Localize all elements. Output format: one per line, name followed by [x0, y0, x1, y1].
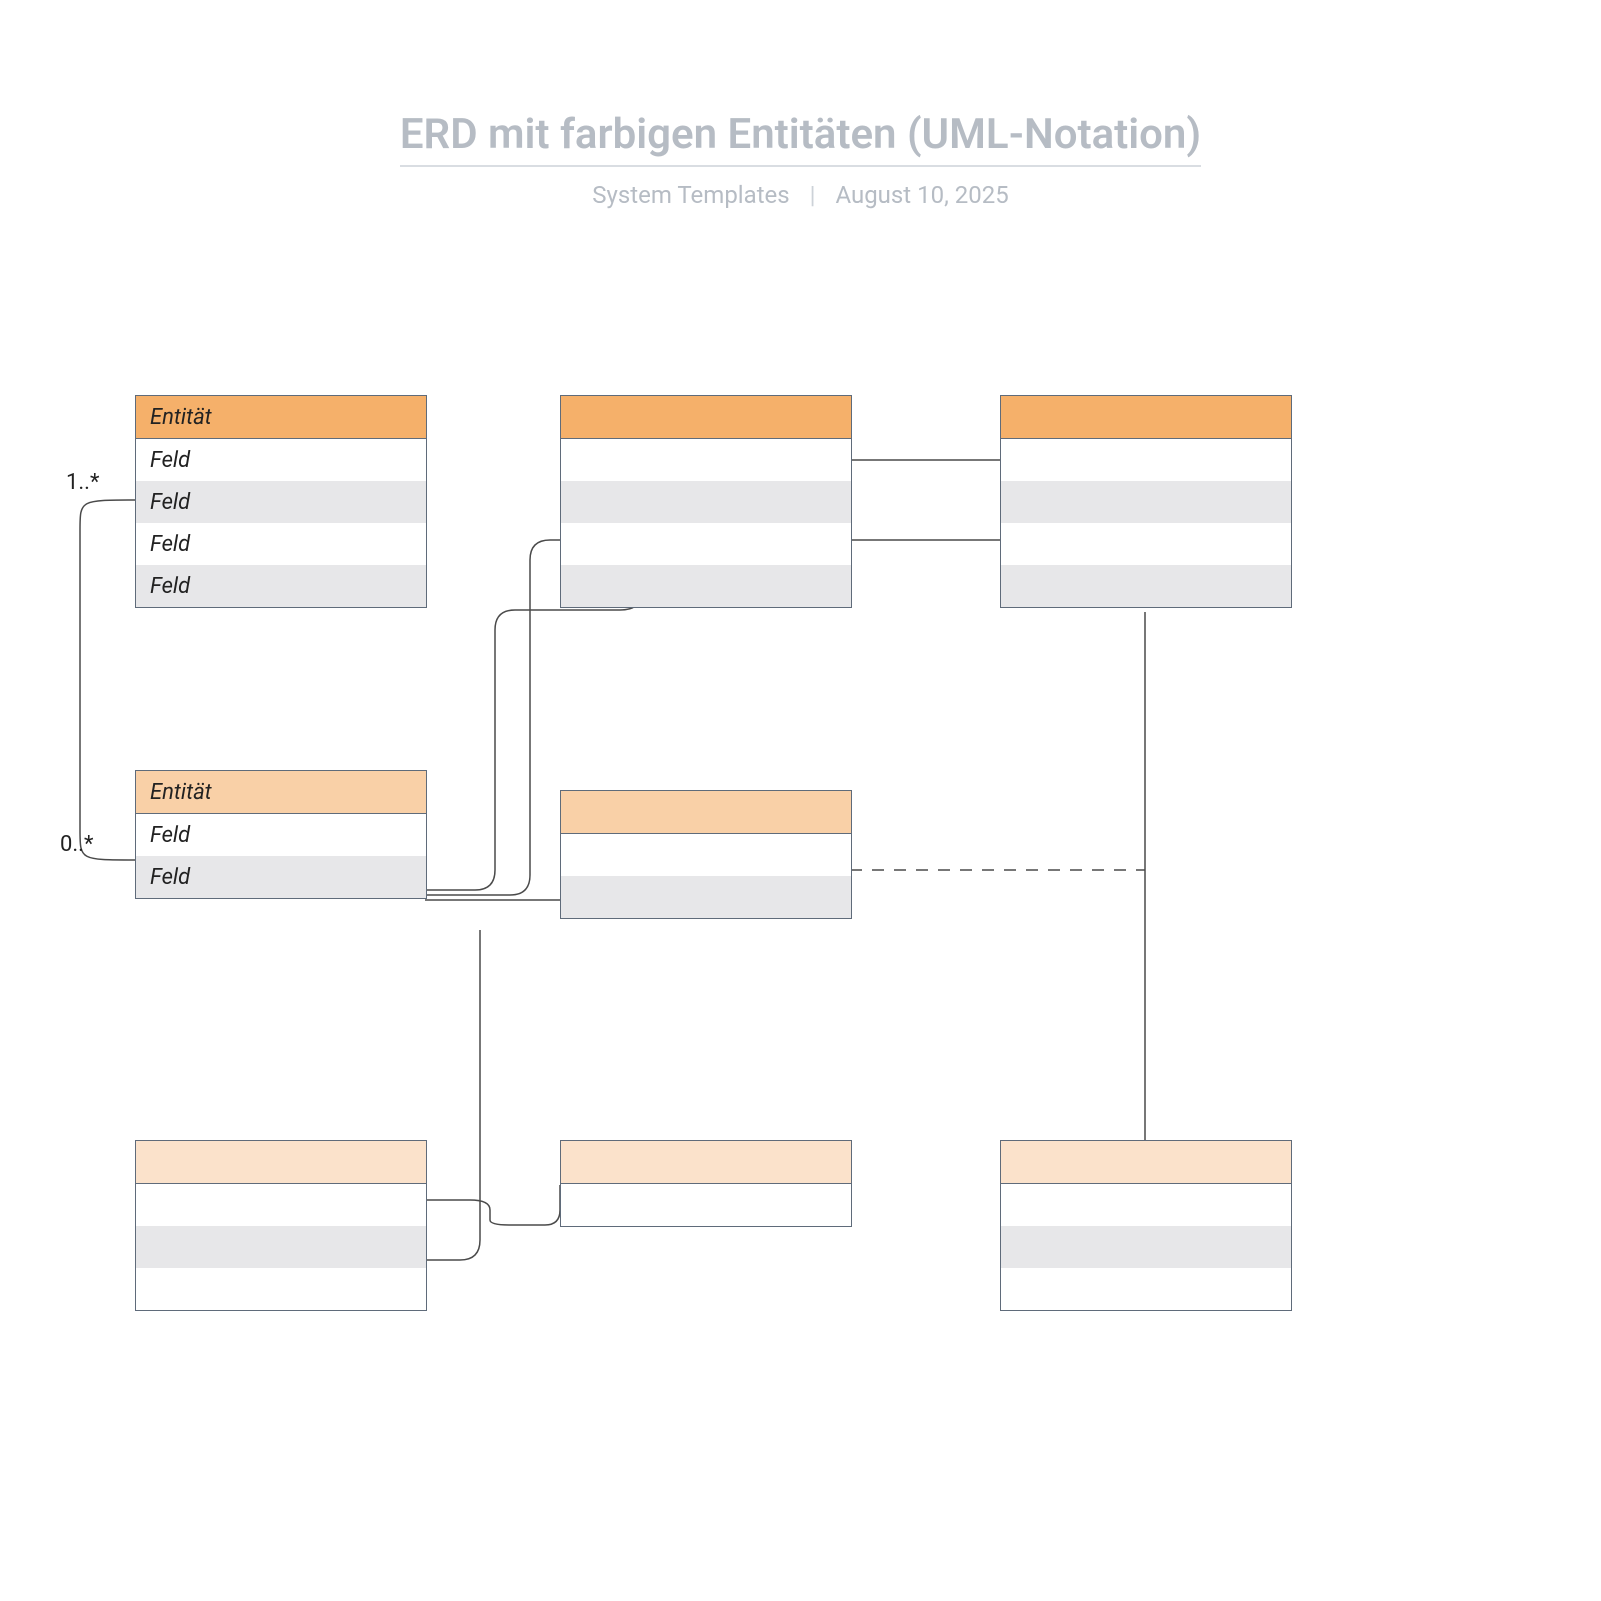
entity-field — [561, 439, 851, 481]
entity-e2[interactable]: EntitätFeldFeld — [135, 770, 427, 899]
entity-field — [1001, 481, 1291, 523]
entity-e5[interactable] — [1000, 395, 1292, 608]
entity-field: Feld — [136, 439, 426, 481]
entity-header: Entität — [136, 396, 426, 439]
entity-header — [136, 1141, 426, 1184]
entity-header — [561, 396, 851, 439]
entity-e6[interactable] — [135, 1140, 427, 1311]
connector-e1-e2-loop — [80, 500, 135, 860]
diagram-title: ERD mit farbigen Entitäten (UML-Notation… — [400, 110, 1201, 167]
entity-field: Feld — [136, 481, 426, 523]
entity-field — [1001, 523, 1291, 565]
diagram-canvas: ERD mit farbigen Entitäten (UML-Notation… — [0, 0, 1601, 1601]
entity-field — [561, 481, 851, 523]
cardinality-top: 1..* — [66, 470, 99, 495]
entity-field — [561, 834, 851, 876]
entity-field: Feld — [136, 523, 426, 565]
entity-field — [561, 876, 851, 918]
entity-field — [1001, 1184, 1291, 1226]
entity-header — [561, 791, 851, 834]
entity-field — [561, 565, 851, 607]
entity-field — [136, 1226, 426, 1268]
entity-field — [136, 1184, 426, 1226]
diagram-header: ERD mit farbigen Entitäten (UML-Notation… — [0, 110, 1601, 209]
entity-field — [1001, 565, 1291, 607]
entity-e3[interactable] — [560, 395, 852, 608]
entity-field — [1001, 439, 1291, 481]
entity-field: Feld — [136, 814, 426, 856]
entity-header — [561, 1141, 851, 1184]
entity-field — [136, 1268, 426, 1310]
diagram-author: System Templates — [592, 181, 789, 209]
diagram-meta: System Templates | August 10, 2025 — [0, 181, 1601, 209]
entity-e7[interactable] — [560, 1140, 852, 1227]
entity-e8[interactable] — [1000, 1140, 1292, 1311]
meta-separator: | — [810, 181, 816, 209]
entity-header — [1001, 1141, 1291, 1184]
entity-field — [1001, 1268, 1291, 1310]
connector-e6-e7 — [425, 1185, 560, 1225]
diagram-date: August 10, 2025 — [835, 181, 1008, 209]
cardinality-bottom: 0..* — [60, 832, 93, 857]
entity-field: Feld — [136, 856, 426, 898]
entity-e1[interactable]: EntitätFeldFeldFeldFeld — [135, 395, 427, 608]
entity-field — [561, 523, 851, 565]
entity-e4[interactable] — [560, 790, 852, 919]
connector-e6-up — [425, 930, 480, 1260]
entity-field: Feld — [136, 565, 426, 607]
entity-header — [1001, 396, 1291, 439]
entity-field — [561, 1184, 851, 1226]
entity-header: Entität — [136, 771, 426, 814]
entity-field — [1001, 1226, 1291, 1268]
